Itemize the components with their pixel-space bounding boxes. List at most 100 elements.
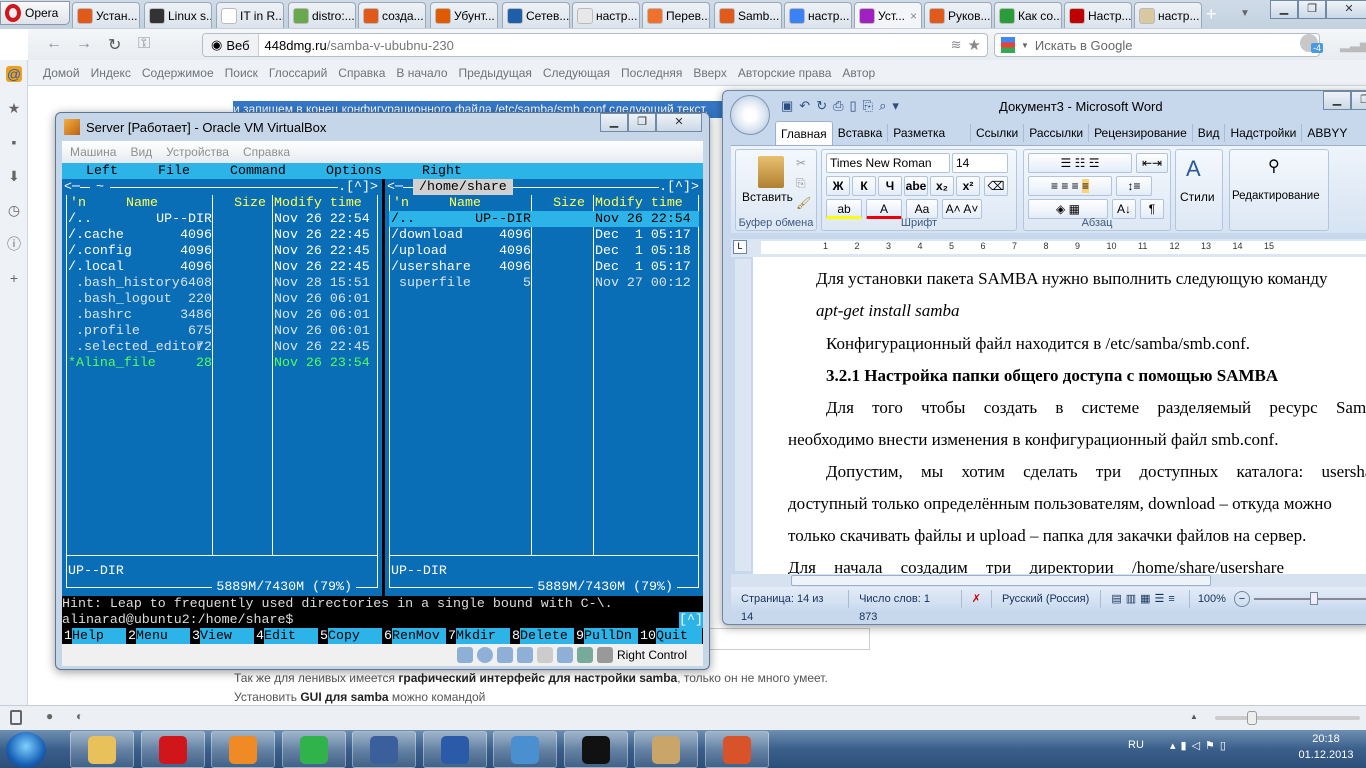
horizontal-scrollbar[interactable] — [731, 574, 1366, 587]
browser-tab[interactable]: Перев... — [642, 2, 710, 28]
taskbar-powerpoint-button[interactable] — [704, 731, 769, 768]
vbox-menu-item[interactable]: Вид — [130, 145, 152, 159]
rss-icon[interactable]: ≋ — [951, 37, 962, 53]
mc-right-panel[interactable]: <─/home/share .[^]>'n Name Size Modify time /… — [385, 179, 703, 596]
header-size[interactable]: Size — [529, 195, 585, 211]
panel-corner-right[interactable]: .[^]> — [659, 179, 699, 195]
browser-tab[interactable]: IT in R... — [216, 2, 284, 28]
ribbon-tab[interactable]: Вид — [1193, 124, 1226, 142]
styles-button[interactable]: Стили — [1180, 190, 1215, 204]
language[interactable]: Русский (Россия) — [992, 590, 1102, 608]
nav-link[interactable]: Индекс — [91, 66, 131, 80]
page-zoom-slider[interactable] — [1215, 711, 1360, 725]
clear-format-icon[interactable]: ⌫ — [984, 176, 1008, 196]
browser-tab[interactable]: созда... — [358, 2, 426, 28]
taskbar-control-panel-button[interactable] — [493, 731, 557, 768]
zoom-slider[interactable] — [1253, 592, 1366, 605]
editing-group[interactable]: ⚲ Редактирование — [1229, 149, 1329, 231]
file-row[interactable]: .bashrc 3486 Nov 26 06:01 — [66, 307, 378, 323]
browser-tab[interactable]: Как со... — [994, 2, 1062, 28]
document-page[interactable]: Для установки пакета SAMBA нужно выполни… — [753, 257, 1366, 574]
mc-menu-item[interactable]: Command — [230, 163, 286, 179]
tab-close-icon[interactable]: × — [910, 9, 917, 23]
header-name[interactable]: Name — [449, 195, 481, 211]
file-row[interactable]: /upload 4096 Dec 1 05:18 — [389, 243, 699, 259]
shared-folders-icon[interactable] — [536, 647, 553, 663]
downloads-icon[interactable]: ⬇ — [6, 168, 22, 184]
preview-icon[interactable]: ⌕ — [879, 98, 886, 114]
file-row[interactable]: *Alina_file 28 Nov 26 23:54 — [66, 355, 378, 371]
taskbar-media-player-button[interactable] — [211, 731, 275, 768]
file-row[interactable]: .selected_editor 72 Nov 26 22:45 — [66, 339, 378, 355]
address-bar[interactable]: ◉ Веб 448dmg.ru /samba-v-ububnu-230 ≋ ★ — [202, 33, 988, 57]
start-button[interactable] — [6, 732, 46, 768]
nav-link[interactable]: Автор — [842, 66, 875, 80]
fkey-edit[interactable]: 4 Edit — [254, 628, 318, 644]
header-size[interactable]: Size — [210, 195, 266, 211]
format-button[interactable]: К — [852, 176, 876, 196]
undo-icon[interactable]: ↶ — [799, 98, 810, 114]
nav-link[interactable]: Следующая — [543, 66, 610, 80]
attach-icon[interactable]: ⎘ — [863, 98, 873, 114]
language-indicator[interactable]: RU — [1128, 739, 1144, 751]
taskbar-virtualbox-button[interactable] — [352, 731, 416, 768]
format-button[interactable]: Ч — [878, 176, 902, 196]
panel-toggle-icon[interactable] — [10, 710, 22, 725]
tab-selector-icon[interactable]: L — [733, 240, 747, 254]
ribbon-tab[interactable]: Вставка — [833, 124, 889, 142]
browser-tab[interactable]: Убунт... — [430, 2, 498, 28]
panel-path[interactable]: /home/share — [413, 179, 513, 195]
format-painter-icon[interactable]: 🖌 — [796, 196, 811, 210]
nav-link[interactable]: Последняя — [621, 66, 682, 80]
save-icon[interactable]: ▣ — [781, 98, 793, 114]
redo-icon[interactable]: ↻ — [816, 98, 827, 114]
new-doc-icon[interactable]: ▯ — [850, 98, 857, 114]
fkey-renmov[interactable]: 6 RenMov — [382, 628, 446, 644]
zoom-expand-icon[interactable]: ▲ — [1190, 712, 1198, 721]
fkey-pulldn[interactable]: 9 PullDn — [574, 628, 638, 644]
search-field[interactable]: ▼ Искать в Google — [994, 33, 1320, 57]
format-button[interactable]: Ж — [826, 176, 850, 196]
customize-qat-icon[interactable]: ▾ — [892, 98, 899, 114]
browser-tab[interactable]: distro:... — [288, 2, 356, 28]
taskbar-word-button[interactable] — [422, 731, 487, 768]
ribbon-tab[interactable]: Рецензирование — [1089, 124, 1193, 142]
vbox-menu-item[interactable]: Машина — [70, 145, 116, 159]
grow-shrink-font-icon[interactable]: A˄ A˅ — [942, 199, 982, 219]
mc-command-line[interactable]: alinarad@ubuntu2:/home/share$ [^] — [62, 612, 703, 628]
format-button[interactable]: x₂ — [930, 176, 954, 196]
mail-icon[interactable]: @ — [6, 66, 22, 82]
print-icon[interactable]: ⎙ — [833, 98, 843, 114]
panel-path[interactable]: ~ — [90, 179, 110, 195]
browser-tab[interactable]: Уст... × — [854, 2, 922, 28]
align-buttons-icon[interactable]: ≡ ≡ ≡ ≡ — [1028, 176, 1112, 196]
styles-group[interactable]: A Стили — [1175, 149, 1223, 231]
fkey-help[interactable]: 1 Help — [62, 628, 126, 644]
fkey-view[interactable]: 3 View — [190, 628, 254, 644]
copy-icon[interactable]: ⎘ — [796, 176, 806, 191]
format-button[interactable]: abe — [904, 176, 928, 196]
sort-icon[interactable]: A↓ — [1112, 199, 1136, 219]
tab-list-icon[interactable]: ▼ — [1240, 8, 1250, 19]
history-icon[interactable]: ◷ — [6, 202, 22, 218]
minimize-button[interactable]: ▁ — [1323, 91, 1351, 110]
file-row[interactable]: /usershare 4096 Dec 1 05:17 — [389, 259, 699, 275]
line-spacing-icon[interactable]: ↕≡ — [1116, 176, 1152, 196]
file-row[interactable]: /.cache 4096 Nov 26 22:45 — [66, 227, 378, 243]
proofing-icon[interactable]: ✗ — [962, 590, 992, 608]
nav-link[interactable]: Домой — [43, 66, 80, 80]
bookmark-star-icon[interactable]: ★ — [968, 36, 981, 54]
header-name[interactable]: Name — [126, 195, 158, 211]
zoom-out-icon[interactable]: − — [1233, 591, 1250, 607]
hard-disk-icon[interactable] — [456, 647, 473, 663]
view-buttons[interactable]: ▤▥▦☰≡ — [1101, 590, 1190, 608]
cut-icon[interactable]: ✂ — [796, 156, 806, 170]
header-time[interactable]: Modify time — [595, 195, 683, 211]
key-icon[interactable]: ⚿ — [138, 35, 150, 53]
opera-menu-button[interactable]: Opera — [0, 1, 70, 25]
browser-tab[interactable]: Samb... — [714, 2, 782, 28]
browser-tab[interactable]: настр... — [1134, 2, 1202, 28]
paste-icon[interactable] — [758, 156, 784, 188]
file-row[interactable]: /.local 4096 Nov 26 22:45 — [66, 259, 378, 275]
header-time[interactable]: Modify time — [274, 195, 362, 211]
